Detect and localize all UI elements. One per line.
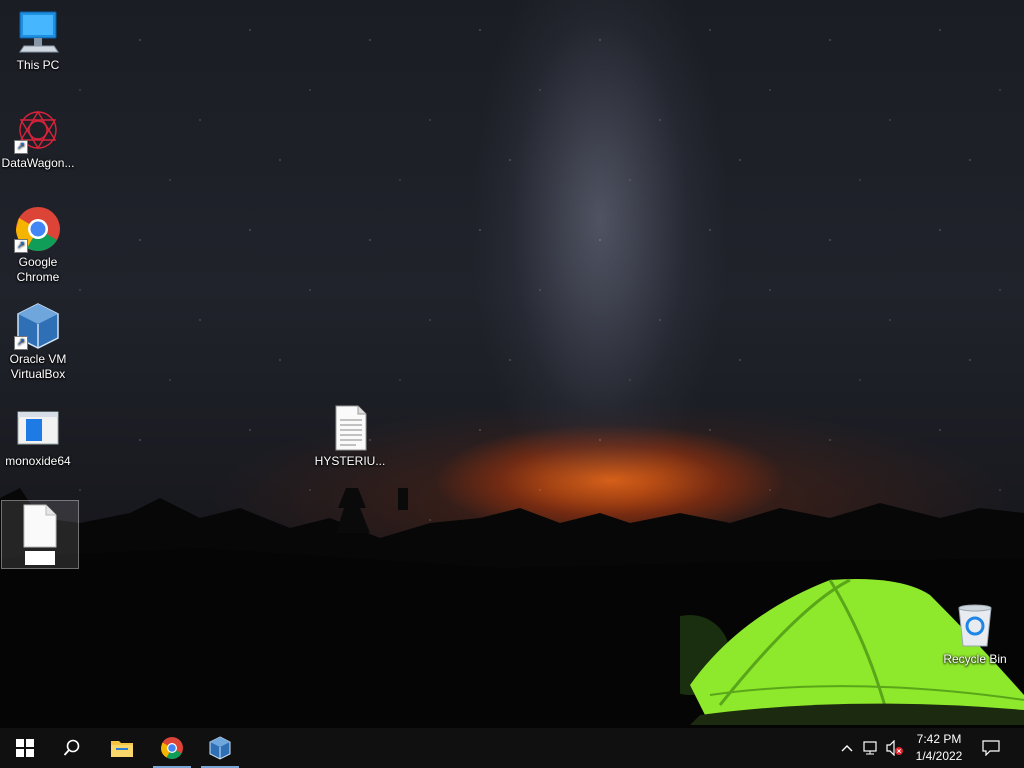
shortcut-arrow-icon: ↗ [14,336,28,350]
desktop-icon-monoxide64[interactable]: monoxide64 [0,404,76,469]
show-hidden-icons-button[interactable] [838,728,856,768]
desktop-icon-datawagon[interactable]: ↗ DataWagon... [0,106,76,171]
desktop-icon-this-pc[interactable]: This PC [0,8,76,73]
blank-document-icon [16,501,64,549]
clock-time: 7:42 PM [916,732,962,746]
chrome-icon: ↗ [14,205,62,253]
desktop-icon-recycle-bin[interactable]: Recycle Bin [937,602,1013,667]
icon-label: Google Chrome [16,255,60,284]
search-button[interactable] [49,728,95,768]
recycle-bin-icon [951,602,999,650]
chrome-icon [161,737,183,759]
action-center-button[interactable] [980,728,1002,768]
network-icon [863,741,877,755]
volume-tray-button[interactable] [885,728,905,768]
volume-muted-icon [886,740,903,756]
windows-logo-icon [16,739,34,757]
network-tray-button[interactable] [861,728,881,768]
icon-label: DataWagon... [1,156,75,170]
icon-label: HYSTERIU... [314,454,386,468]
rename-textbox[interactable] [25,551,55,565]
datawagon-icon: ↗ [14,106,62,154]
desktop-icon-virtualbox[interactable]: ↗ Oracle VM VirtualBox [0,302,76,382]
taskbar-file-explorer[interactable] [99,728,145,768]
text-document-icon [326,404,374,452]
icon-label: This PC [16,58,60,72]
desktop-icon-google-chrome[interactable]: ↗ Google Chrome [0,205,76,285]
clock-date: 1/4/2022 [915,749,963,763]
taskbar: 7:42 PM 1/4/2022 [0,728,1024,768]
taskbar-virtualbox[interactable] [197,728,243,768]
search-icon [63,739,80,756]
clock[interactable]: 7:42 PM 1/4/2022 [906,731,972,765]
virtualbox-icon: ↗ [14,302,62,350]
folder-icon [111,741,133,757]
virtualbox-icon [209,736,231,760]
chevron-up-icon [841,745,853,752]
shortcut-arrow-icon: ↗ [14,239,28,253]
icon-label: monoxide64 [5,454,71,468]
window-app-icon [14,404,62,452]
notification-icon [982,740,1000,756]
taskbar-chrome[interactable] [149,728,195,768]
computer-icon [14,8,62,56]
desktop-wallpaper[interactable] [0,0,1024,728]
start-button[interactable] [2,728,48,768]
icon-label: Recycle Bin [943,652,1007,666]
icon-label: Oracle VM VirtualBox [9,352,67,381]
desktop-icon-hysteriu[interactable]: HYSTERIU... [312,404,388,469]
shortcut-arrow-icon: ↗ [14,140,28,154]
desktop-icon-unnamed-file[interactable] [1,500,79,569]
